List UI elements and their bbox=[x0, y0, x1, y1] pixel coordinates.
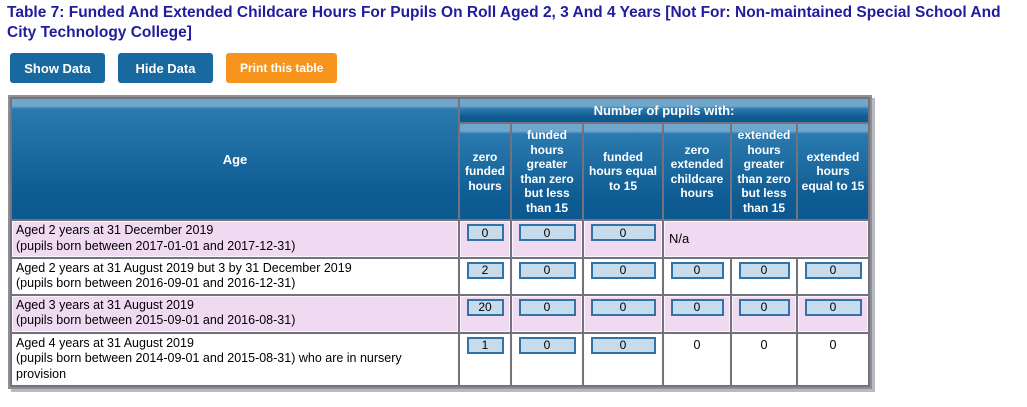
funded-hours-gt-zero-input[interactable] bbox=[519, 224, 576, 241]
group-header-number-of-pupils: Number of pupils with: bbox=[460, 99, 868, 122]
col-header-extended-hours-gt-zero-lt-15: extended hours greater than zero but les… bbox=[732, 124, 796, 219]
table-row-aged-2-december: Aged 2 years at 31 December 2019 (pupils… bbox=[12, 221, 868, 256]
zero-funded-hours-input[interactable] bbox=[467, 337, 504, 354]
zero-funded-hours-input[interactable] bbox=[467, 262, 504, 279]
page-title: Table 7: Funded And Extended Childcare H… bbox=[7, 3, 1020, 43]
funded-hours-gt-zero-input[interactable] bbox=[519, 299, 576, 316]
age-line-2: (pupils born between 2016-09-01 and 2016… bbox=[16, 276, 454, 292]
age-column-header: Age bbox=[12, 99, 458, 219]
age-cell: Aged 2 years at 31 December 2019 (pupils… bbox=[12, 221, 458, 256]
show-data-button[interactable]: Show Data bbox=[10, 53, 105, 83]
age-line-2: (pupils born between 2015-09-01 and 2016… bbox=[16, 313, 454, 329]
toolbar: Show Data Hide Data Print this table bbox=[10, 53, 1027, 83]
age-line-1: Aged 3 years at 31 August 2019 bbox=[16, 298, 454, 314]
table-row-aged-3: Aged 3 years at 31 August 2019 (pupils b… bbox=[12, 296, 868, 332]
age-cell: Aged 3 years at 31 August 2019 (pupils b… bbox=[12, 296, 458, 332]
extended-hours-gt-zero-input[interactable] bbox=[739, 299, 790, 316]
funded-hours-equal-15-input[interactable] bbox=[591, 224, 656, 241]
extended-hours-equal-15-input[interactable] bbox=[805, 262, 862, 279]
age-line-1: Aged 2 years at 31 August 2019 but 3 by … bbox=[16, 261, 454, 277]
extended-hours-gt-zero-input[interactable] bbox=[739, 262, 790, 279]
age-cell: Aged 4 years at 31 August 2019 (pupils b… bbox=[12, 334, 458, 385]
age-line-1: Aged 4 years at 31 August 2019 bbox=[16, 336, 454, 352]
col-header-funded-hours-equal-15: funded hours equal to 15 bbox=[584, 124, 662, 219]
zero-extended-childcare-value: 0 bbox=[664, 334, 730, 385]
age-cell: Aged 2 years at 31 August 2019 but 3 by … bbox=[12, 259, 458, 294]
col-header-extended-hours-equal-15: extended hours equal to 15 bbox=[798, 124, 868, 219]
zero-extended-childcare-input[interactable] bbox=[671, 299, 724, 316]
extended-hours-gt-zero-value: 0 bbox=[732, 334, 796, 385]
print-table-button[interactable]: Print this table bbox=[226, 53, 337, 83]
funded-hours-equal-15-input[interactable] bbox=[591, 262, 656, 279]
col-header-zero-funded-hours: zero funded hours bbox=[460, 124, 510, 219]
funded-hours-gt-zero-input[interactable] bbox=[519, 337, 576, 354]
age-line-1: Aged 2 years at 31 December 2019 bbox=[16, 223, 454, 239]
childcare-hours-table: Age Number of pupils with: zero funded h… bbox=[8, 95, 872, 388]
col-header-funded-hours-gt-zero-lt-15: funded hours greater than zero but less … bbox=[512, 124, 582, 219]
zero-funded-hours-input[interactable] bbox=[467, 224, 504, 241]
funded-hours-equal-15-input[interactable] bbox=[591, 337, 656, 354]
funded-hours-gt-zero-input[interactable] bbox=[519, 262, 576, 279]
zero-extended-childcare-input[interactable] bbox=[671, 262, 724, 279]
col-header-zero-extended-childcare-hours: zero extended childcare hours bbox=[664, 124, 730, 219]
funded-hours-equal-15-input[interactable] bbox=[591, 299, 656, 316]
extended-hours-equal-15-input[interactable] bbox=[805, 299, 862, 316]
table-row-aged-4: Aged 4 years at 31 August 2019 (pupils b… bbox=[12, 334, 868, 385]
zero-funded-hours-input[interactable] bbox=[467, 299, 504, 316]
table-row-aged-2-august: Aged 2 years at 31 August 2019 but 3 by … bbox=[12, 259, 868, 294]
age-line-2: (pupils born between 2017-01-01 and 2017… bbox=[16, 239, 454, 255]
not-applicable-cell: N/a bbox=[664, 221, 868, 256]
extended-hours-equal-15-value: 0 bbox=[798, 334, 868, 385]
hide-data-button[interactable]: Hide Data bbox=[118, 53, 213, 83]
age-line-2: (pupils born between 2014-09-01 and 2015… bbox=[16, 351, 454, 382]
